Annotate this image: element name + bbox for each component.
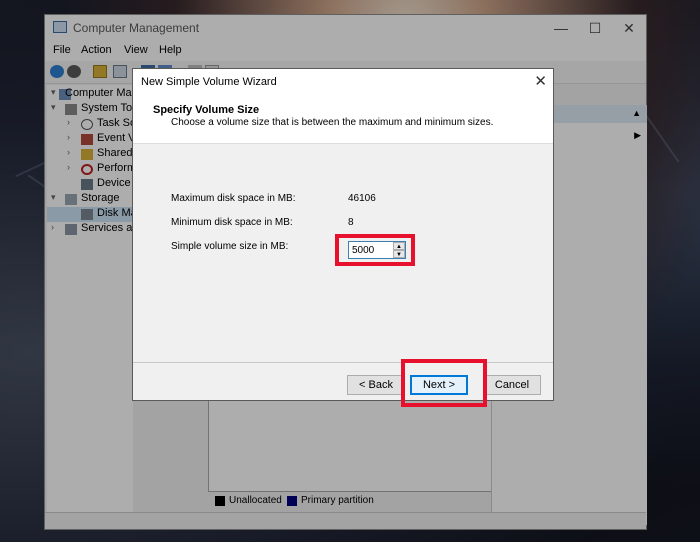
max-disk-space-label: Maximum disk space in MB: <box>171 193 296 204</box>
size-field-highlight-box <box>335 234 415 266</box>
back-button[interactable]: < Back <box>347 375 405 395</box>
wizard-footer: < Back Next > Cancel <box>133 362 553 403</box>
dialog-title-bar[interactable]: New Simple Volume Wizard ✕ <box>133 69 553 95</box>
cancel-button[interactable]: Cancel <box>483 375 541 395</box>
min-disk-space-label: Minimum disk space in MB: <box>171 217 293 228</box>
close-icon[interactable]: ✕ <box>534 72 547 90</box>
max-disk-space-value: 46106 <box>348 193 376 204</box>
wizard-header: Specify Volume Size Choose a volume size… <box>133 95 553 144</box>
min-disk-space-value: 8 <box>348 217 354 228</box>
next-button-highlight-box <box>401 359 487 407</box>
volume-size-label: Simple volume size in MB: <box>171 241 289 252</box>
dialog-title: New Simple Volume Wizard <box>141 76 277 88</box>
page-description: Choose a volume size that is between the… <box>171 117 494 128</box>
page-heading: Specify Volume Size <box>153 104 260 116</box>
